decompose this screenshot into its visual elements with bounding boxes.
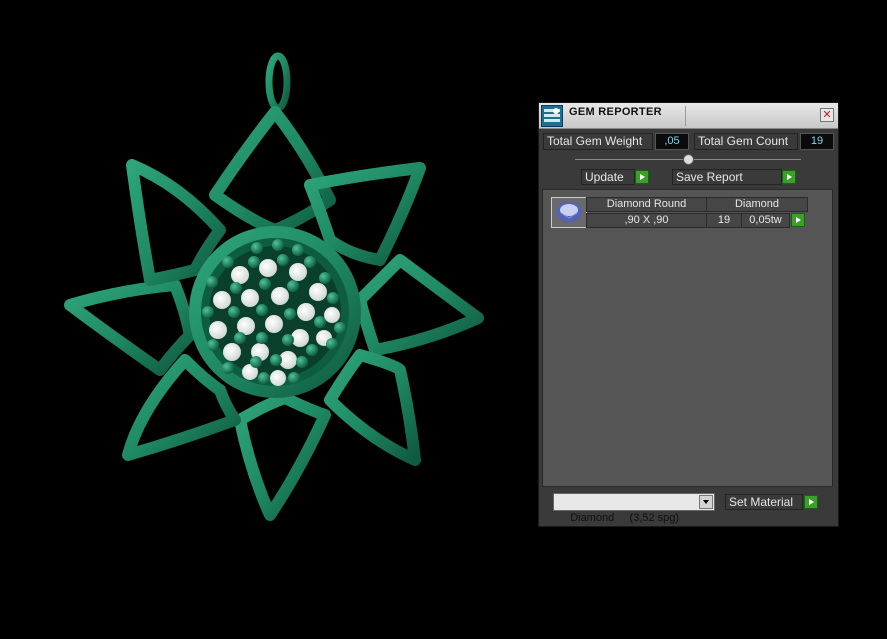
set-material-button[interactable]: Set Material — [725, 494, 803, 510]
gem-row-play-arrow-icon[interactable] — [791, 213, 805, 227]
total-gem-weight-label: Total Gem Weight — [543, 133, 653, 150]
gem-reporter-panel: GEM REPORTER ✕ Total Gem Weight ,05 Tota… — [538, 102, 839, 527]
save-report-play-arrow-icon[interactable] — [782, 170, 796, 184]
material-select-value: Diamond (3,52 spg) — [570, 512, 680, 524]
gem-shape-cell: Diamond Round — [586, 197, 707, 212]
gem-size-cell: ,90 X ,90 — [586, 213, 707, 228]
slider-handle[interactable] — [683, 154, 694, 165]
gem-count-cell: 19 — [706, 213, 742, 228]
gem-reporter-app-icon — [541, 105, 563, 127]
dropdown-arrow-icon[interactable] — [699, 495, 713, 509]
set-material-play-arrow-icon[interactable] — [804, 495, 818, 509]
gem-material-cell: Diamond — [706, 197, 808, 212]
gem-list: Diamond Round Diamond ,90 X ,90 19 0,05t… — [542, 189, 833, 487]
total-gem-weight-value: ,05 — [655, 133, 689, 150]
titlebar-divider — [685, 106, 686, 126]
close-icon[interactable]: ✕ — [820, 108, 834, 122]
panel-titlebar[interactable]: GEM REPORTER ✕ — [539, 103, 838, 129]
panel-title: GEM REPORTER — [569, 106, 662, 118]
save-report-button[interactable]: Save Report — [672, 169, 782, 185]
total-gem-count-value: 19 — [800, 133, 834, 150]
material-select[interactable]: Diamond (3,52 spg) — [553, 493, 715, 524]
update-play-arrow-icon[interactable] — [635, 170, 649, 184]
total-gem-count-label: Total Gem Count — [694, 133, 798, 150]
update-button[interactable]: Update — [581, 169, 635, 185]
gem-thumbnail-icon[interactable] — [551, 197, 587, 228]
gem-weight-cell: 0,05tw — [741, 213, 790, 228]
